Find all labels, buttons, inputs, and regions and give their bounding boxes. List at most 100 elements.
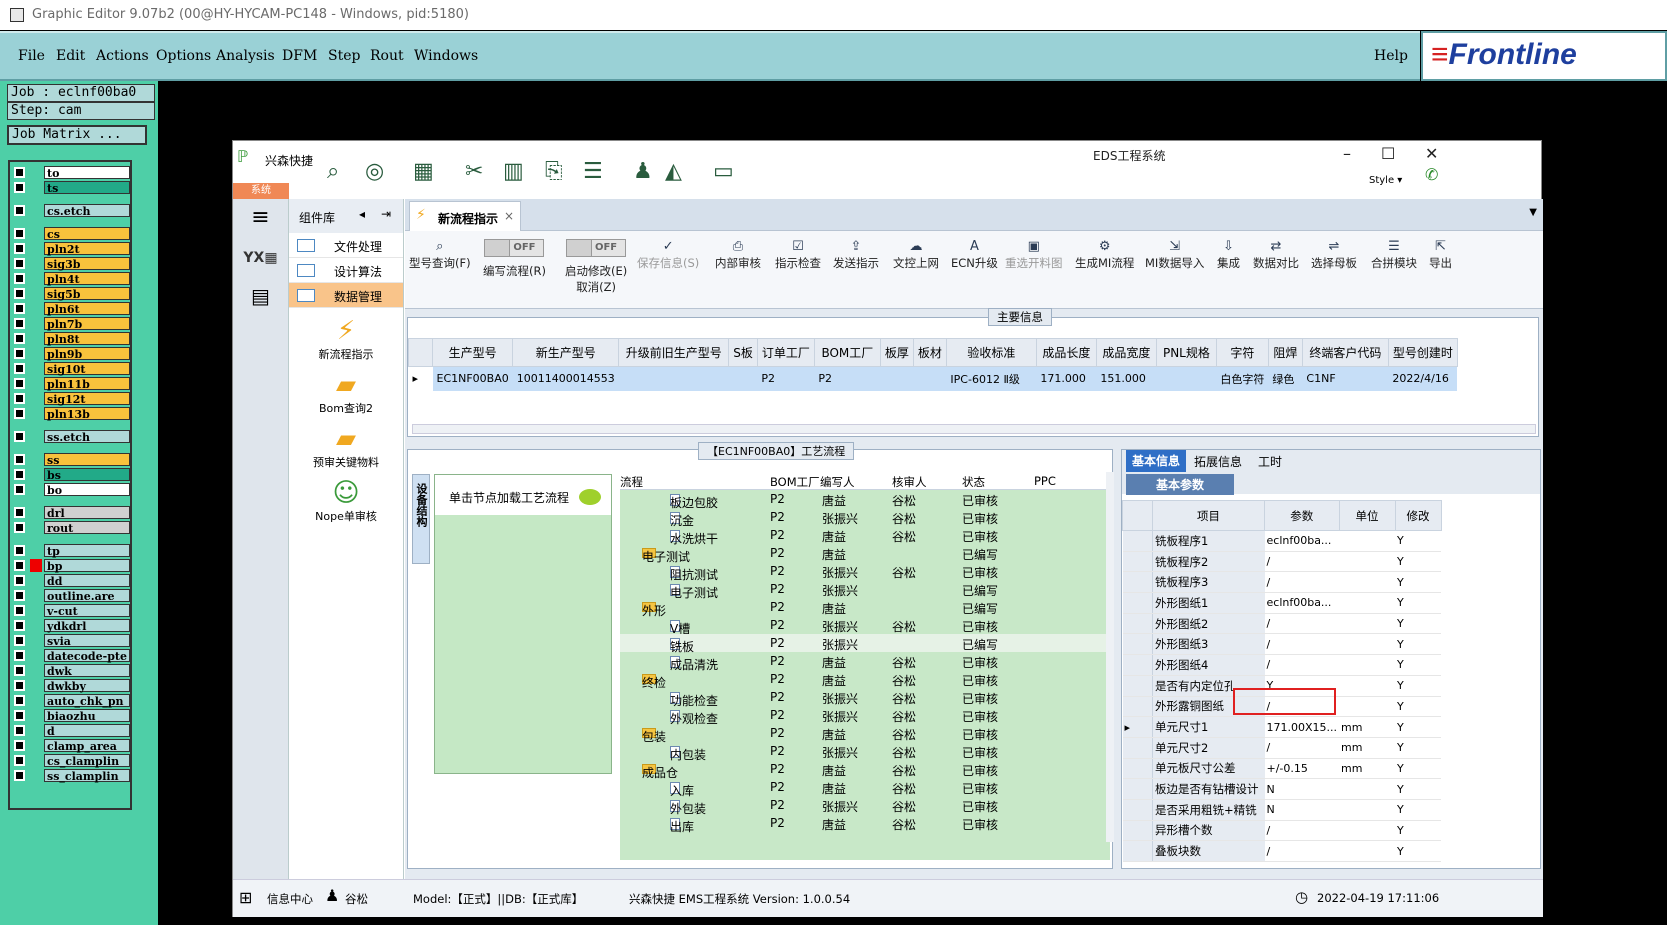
clipboard-icon[interactable]: ⎘ (545, 159, 563, 184)
tree-row[interactable]: 阻抗测试 P2 张振兴 谷松 已审核 (620, 562, 1110, 582)
layer-checkbox[interactable] (14, 393, 25, 404)
tree-row[interactable]: 包装 P2 唐益 谷松 已审核 (620, 724, 1110, 744)
shortcut-item[interactable]: ▰ 预审关键物料 (289, 424, 403, 470)
layer-row[interactable]: ss_clamplin (12, 769, 130, 783)
monitor-icon[interactable]: ▭ (713, 159, 734, 184)
tree-row[interactable]: 成品清洗 P2 唐益 谷松 已审核 (620, 652, 1110, 672)
tree-row[interactable]: 电子测试 P2 唐益 已编写 (620, 544, 1110, 564)
film-icon[interactable]: ▥ (503, 159, 524, 184)
param-cell[interactable]: +/-0.15 (1264, 758, 1340, 780)
layer-checkbox[interactable] (14, 363, 25, 374)
windows-icon[interactable]: ⊞ (239, 888, 252, 907)
layer-row[interactable]: auto_chk_pn (12, 694, 130, 708)
menu-item-actions[interactable]: Actions (96, 48, 149, 64)
menu-icon[interactable]: ≡ (233, 205, 288, 230)
tree-row[interactable]: 外形 P2 唐益 已编写 (620, 598, 1110, 618)
layer-row[interactable]: sig12t (12, 392, 130, 406)
style-dropdown[interactable]: Style ▾ (1369, 175, 1402, 186)
layer-checkbox[interactable] (14, 484, 25, 495)
column-header[interactable]: 订单工厂 (756, 338, 815, 367)
layer-row[interactable]: ss.etch (12, 430, 130, 444)
list-icon[interactable]: ☰ (583, 159, 603, 184)
layer-row[interactable]: clamp_area (12, 739, 130, 753)
component-item[interactable]: 文件处理 (289, 233, 403, 258)
tree-row[interactable]: V槽 P2 张振兴 谷松 已审核 (620, 616, 1110, 636)
tab-new-flow[interactable]: ⚡ 新流程指示 × (409, 201, 521, 231)
toolbar-button[interactable]: ⇩ 集成 (1217, 239, 1240, 271)
param-row[interactable]: 铣板程序3/ Y (1122, 571, 1442, 594)
layer-row[interactable]: bp (12, 559, 130, 573)
layer-row[interactable]: bo (12, 483, 130, 497)
tree-row[interactable]: 入库 P2 唐益 谷松 已审核 (620, 778, 1110, 798)
menu-item-step[interactable]: Step (328, 48, 360, 64)
layer-checkbox[interactable] (14, 755, 25, 766)
tree-row[interactable]: 铣板 P2 张振兴 已编写 (620, 634, 1110, 654)
tree-row[interactable]: 终检 P2 唐益 谷松 已审核 (620, 670, 1110, 690)
param-row[interactable]: 叠板块数 / Y (1122, 840, 1442, 862)
layer-checkbox[interactable] (14, 182, 25, 193)
layer-checkbox[interactable] (14, 770, 25, 781)
toolbar-button[interactable]: ⇄ 数据对比 (1253, 239, 1299, 271)
horizontal-scrollbar[interactable] (412, 424, 1536, 434)
layer-row[interactable]: ydkdrl (12, 619, 130, 633)
layer-row[interactable]: bs (12, 468, 130, 482)
toolbar-button[interactable]: ⇪ 发送指示 (833, 239, 879, 271)
chart-icon[interactable]: ◭ (665, 159, 682, 184)
layer-checkbox[interactable] (14, 273, 25, 284)
layer-row[interactable]: pln9b (12, 347, 130, 361)
layer-checkbox[interactable] (14, 590, 25, 601)
layer-checkbox[interactable] (14, 318, 25, 329)
shortcut-item[interactable]: ▰ Bom查询2 (289, 370, 403, 416)
layer-checkbox[interactable] (14, 348, 25, 359)
layer-row[interactable]: pln4t (12, 272, 130, 286)
tree-row[interactable]: 电子测试 P2 张振兴 已编写 (620, 580, 1110, 600)
param-row[interactable]: 板边是否有钻槽设计 N Y (1122, 778, 1442, 800)
column-header[interactable]: 字符 (1215, 338, 1269, 367)
layer-row[interactable]: ss (12, 453, 130, 467)
menu-item-windows[interactable]: Windows (414, 48, 478, 64)
vertical-tab-structure[interactable]: 设备结构 (412, 474, 430, 564)
layer-row[interactable]: pln11b (12, 377, 130, 391)
tree-row[interactable]: 出库 P2 唐益 谷松 已审核 (620, 814, 1110, 834)
param-row[interactable]: 外形图纸2/ Y (1122, 613, 1442, 635)
layer-row[interactable]: biaozhu (12, 709, 130, 723)
layer-checkbox[interactable] (14, 408, 25, 419)
tree-row[interactable]: 板边包胶 P2 唐益 谷松 已审核 (620, 490, 1110, 510)
layer-checkbox[interactable] (14, 333, 25, 344)
layer-checkbox[interactable] (14, 620, 25, 631)
layer-checkbox[interactable] (14, 740, 25, 751)
layer-row[interactable]: pln6t (12, 302, 130, 316)
layer-row[interactable]: cs_clamplin (12, 754, 130, 768)
param-cell[interactable]: 171.00X15... (1264, 716, 1340, 738)
layer-row[interactable]: cs (12, 227, 130, 241)
layer-row[interactable]: pln13b (12, 407, 130, 421)
layer-row[interactable]: pln2t (12, 242, 130, 256)
toolbar-button[interactable]: ⇱ 导出 (1429, 239, 1452, 271)
layer-row[interactable]: sig10t (12, 362, 130, 376)
param-cell[interactable]: eclnf00ba... (1264, 592, 1340, 614)
layer-row[interactable]: cs.etch (12, 204, 130, 218)
param-row[interactable]: 铣板程序2/ Y (1122, 551, 1442, 573)
layer-row[interactable]: dwk (12, 664, 130, 678)
layer-checkbox[interactable] (14, 650, 25, 661)
layer-checkbox[interactable] (14, 303, 25, 314)
collapse-icon[interactable]: ◂ (359, 207, 365, 221)
minimize-icon[interactable]: – (1343, 144, 1351, 163)
layer-checkbox[interactable] (14, 167, 25, 178)
column-header[interactable]: 型号创建时 (1387, 338, 1458, 367)
tree-row[interactable]: 沉金 P2 张振兴 谷松 已审核 (620, 508, 1110, 528)
param-cell[interactable]: / (1264, 613, 1340, 635)
layer-checkbox[interactable] (14, 575, 25, 586)
column-header[interactable]: 板厚 (879, 338, 914, 367)
layer-row[interactable]: pln8t (12, 332, 130, 346)
tab-dropdown-icon[interactable]: ▼ (1529, 207, 1537, 218)
toolbar-button[interactable]: ☰ 合拼模块 (1371, 239, 1417, 271)
param-row[interactable]: ▸ 单元尺寸1 171.00X15... mm Y (1122, 716, 1442, 738)
tree-row[interactable]: 功能检查 P2 张振兴 谷松 已审核 (620, 688, 1110, 708)
layer-checkbox[interactable] (14, 545, 25, 556)
param-header[interactable]: 修改 (1394, 500, 1442, 531)
column-header[interactable]: 验收标准 (945, 338, 1037, 367)
close-icon[interactable]: ✕ (1425, 144, 1438, 163)
param-cell[interactable]: N (1264, 778, 1340, 800)
param-row[interactable]: 单元板尺寸公差 +/-0.15 mm Y (1122, 758, 1442, 780)
